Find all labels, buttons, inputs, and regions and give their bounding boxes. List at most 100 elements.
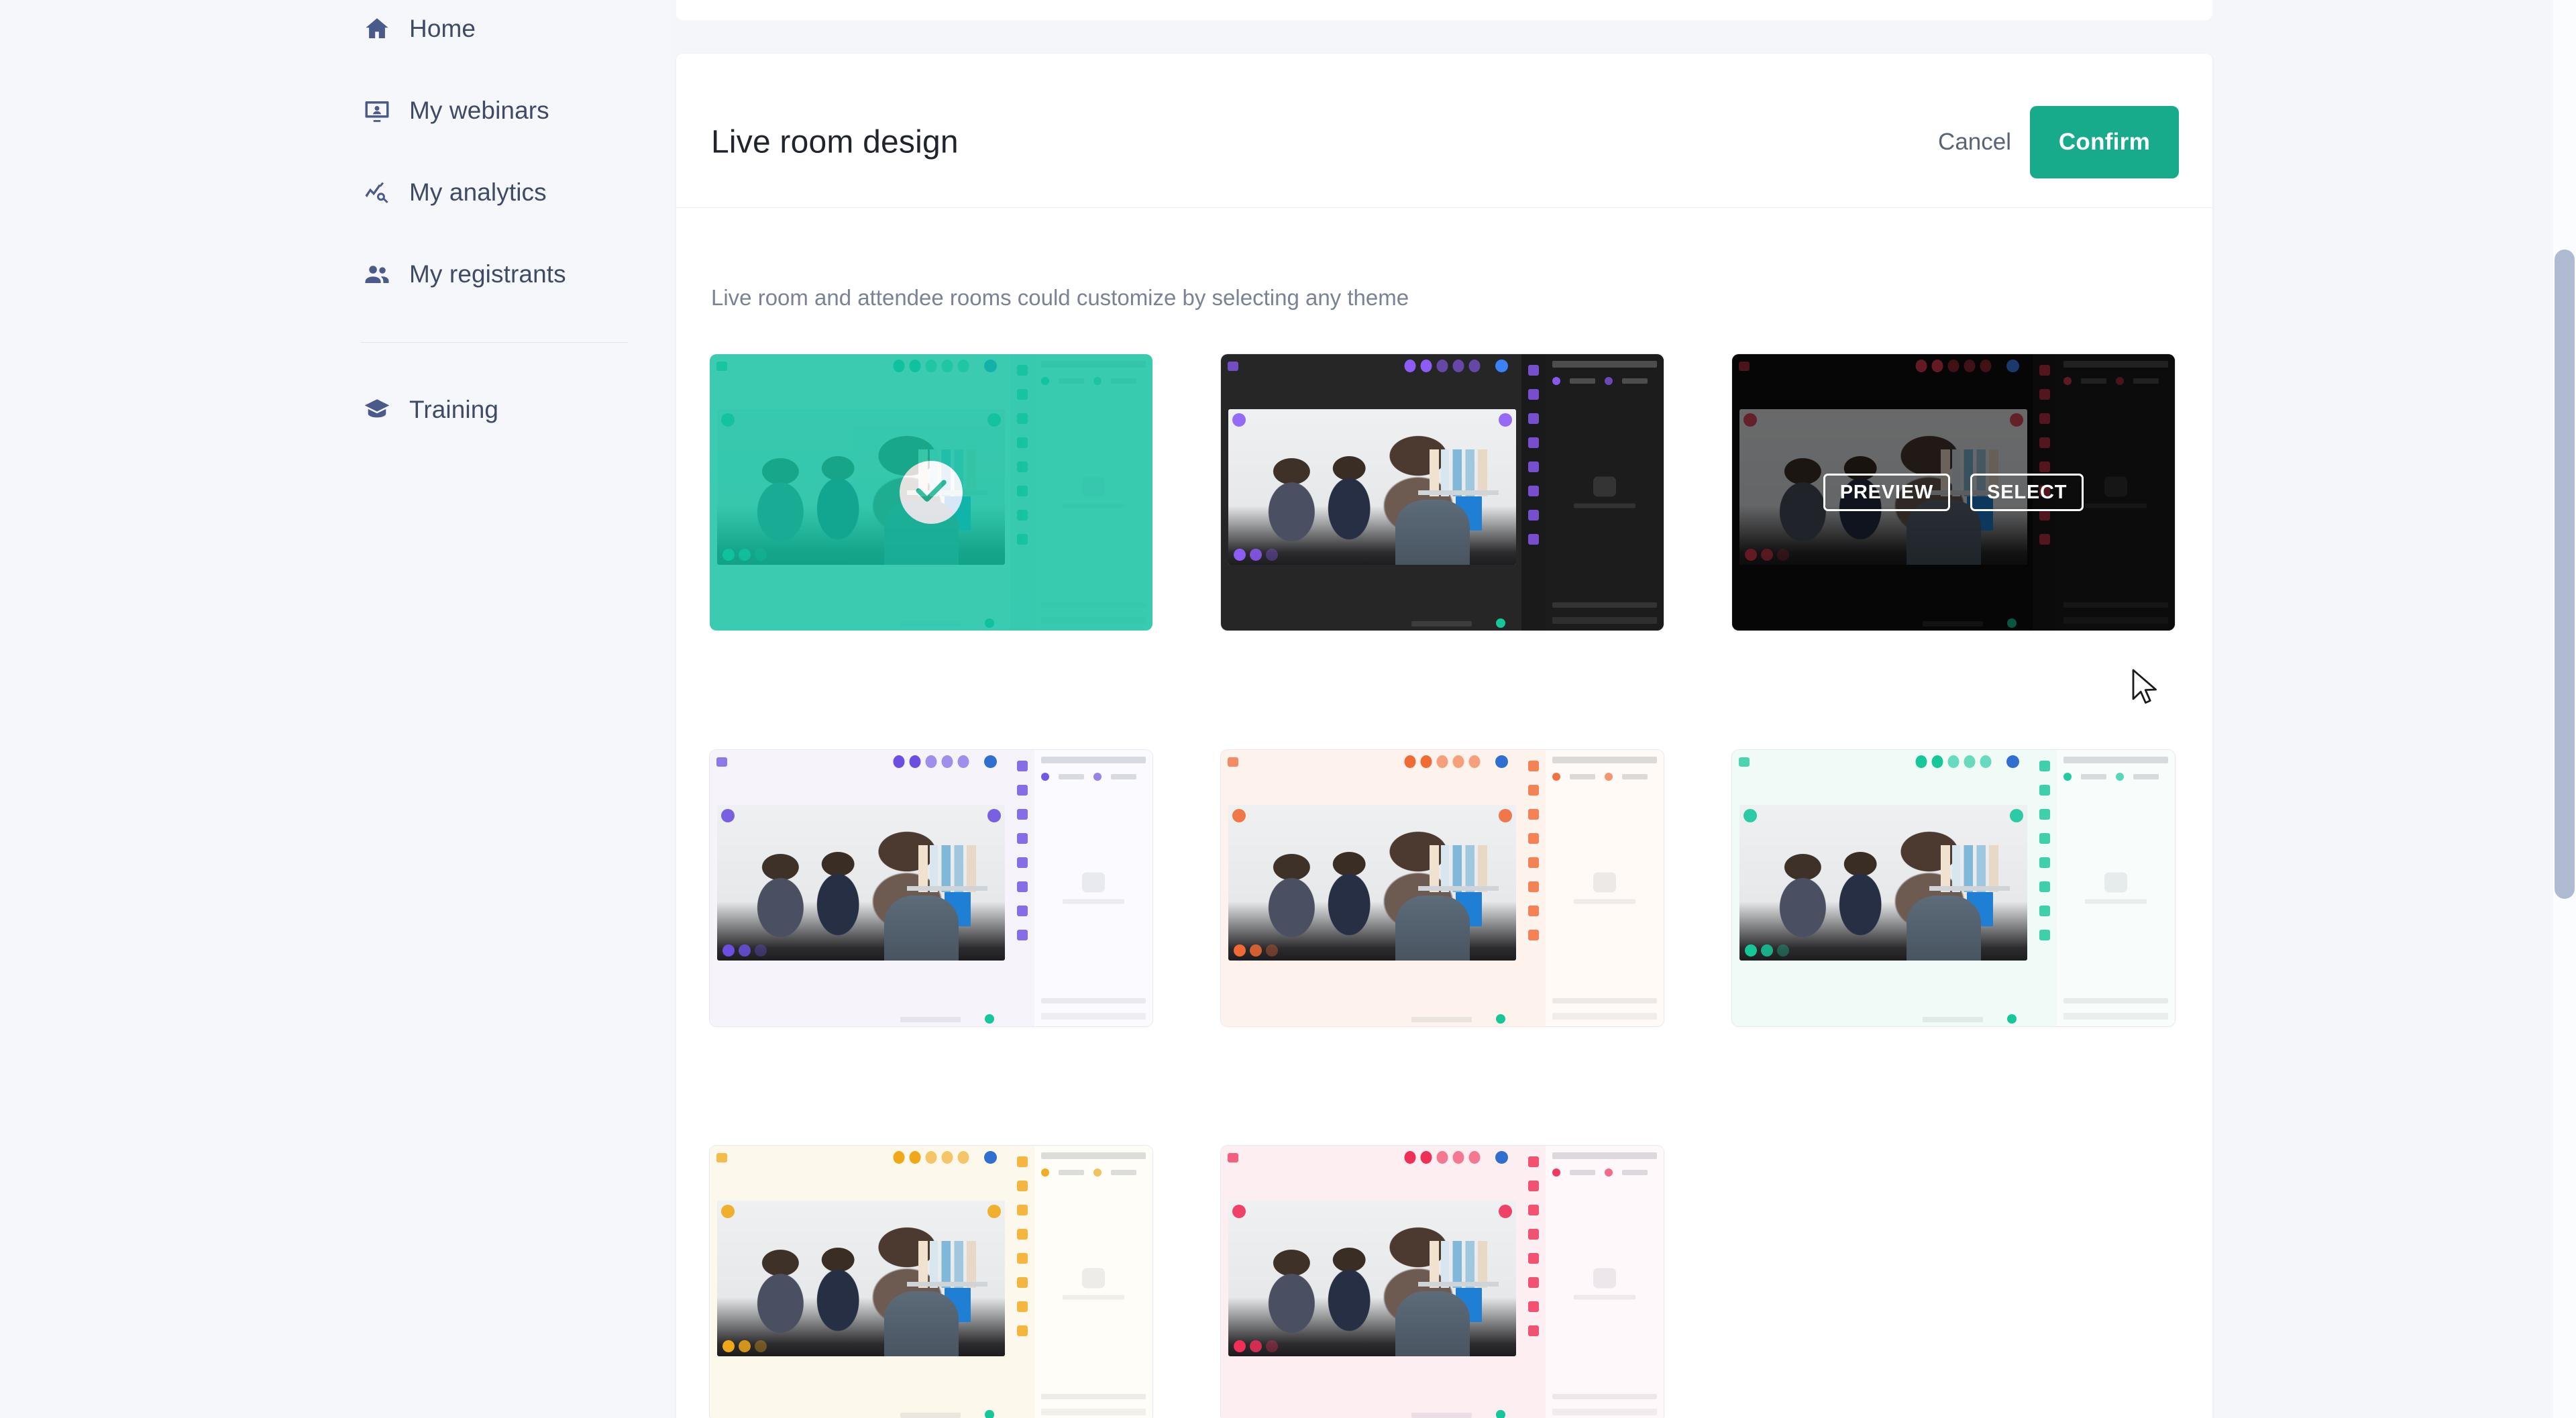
theme-card-dark-purple-theme[interactable] — [1221, 354, 1664, 631]
sidebar-item-label: Home — [409, 15, 476, 42]
photo-bookshelf — [918, 1241, 977, 1288]
app-root: Home My webinars My analytics My registr… — [0, 0, 2576, 1418]
mock-stage-controls — [1234, 944, 1278, 957]
theme-card-dark-red-theme[interactable]: PREVIEW SELECT — [1732, 354, 2175, 631]
mock-chat-footer — [2063, 998, 2168, 1003]
sidebar-item-home[interactable]: Home — [362, 7, 476, 51]
selected-check-badge — [900, 461, 963, 524]
home-icon — [362, 14, 392, 44]
mock-account-icon — [1495, 360, 1508, 372]
mock-chat-empty-state — [1546, 476, 1664, 508]
mock-toolbar-dots — [1404, 755, 1481, 768]
sidebar-item-my-registrants[interactable]: My registrants — [362, 252, 566, 296]
photo-shelf — [1418, 1281, 1499, 1287]
mock-chat-empty-state — [1034, 1268, 1152, 1300]
mock-chat-panel — [1546, 1146, 1664, 1418]
mock-logo-icon — [716, 1153, 727, 1162]
webinar-screen-icon — [362, 96, 392, 125]
mock-chat-input — [1041, 1409, 1146, 1415]
mock-bottom-bar — [710, 1012, 1034, 1026]
mock-logo-icon — [1228, 757, 1238, 767]
confirm-button[interactable]: Confirm — [2030, 106, 2179, 178]
mock-chat-empty-state — [1546, 872, 1664, 904]
mock-chat-empty-state — [1034, 872, 1152, 904]
mock-chat-title — [1552, 757, 1657, 763]
page-title: Live room design — [711, 124, 959, 160]
photo-shelf — [1418, 885, 1499, 891]
mock-toolbar-dots — [1915, 755, 1992, 768]
mock-stage-expand-badge — [987, 809, 1001, 822]
mock-bottom-bar — [1221, 1012, 1546, 1026]
select-button[interactable]: SELECT — [1970, 474, 2084, 511]
mock-chat-empty-state — [1546, 1268, 1664, 1300]
cancel-button[interactable]: Cancel — [1938, 129, 2011, 156]
mock-video-stage — [1739, 805, 2027, 961]
mock-chat-empty-state — [2057, 872, 2175, 904]
mock-logo-icon — [1228, 1153, 1238, 1162]
mock-speaker-photo — [1228, 1201, 1516, 1356]
mock-account-icon — [1495, 755, 1508, 768]
mock-chat-input — [1552, 1013, 1657, 1020]
theme-hover-overlay: PREVIEW SELECT — [1732, 354, 2175, 631]
theme-preview-mock — [1221, 750, 1664, 1026]
mock-logo-icon — [716, 757, 727, 767]
theme-card-light-pink-theme[interactable] — [1221, 1146, 1664, 1418]
mock-chat-title — [1041, 1152, 1146, 1159]
mock-chat-title — [1552, 1152, 1657, 1159]
mock-chat-footer — [1552, 1394, 1657, 1399]
mock-logo-icon — [1228, 362, 1238, 371]
photo-blue-binder — [944, 1287, 971, 1322]
page-scrollbar-thumb[interactable] — [2555, 250, 2575, 899]
panel-subtitle: Live room and attendee rooms could custo… — [711, 285, 1409, 310]
sidebar-item-training[interactable]: Training — [362, 388, 498, 432]
mock-chat-panel — [1546, 354, 1664, 631]
mock-video-stage — [1228, 409, 1516, 565]
photo-blue-binder — [1455, 891, 1482, 926]
analytics-chart-icon — [362, 178, 392, 207]
mock-chat-tabs — [1041, 773, 1136, 781]
mock-stage-controls — [722, 944, 767, 957]
sidebar-item-label: My webinars — [409, 97, 549, 124]
mock-bottom-bar — [710, 1407, 1034, 1418]
mock-chat-footer — [1041, 998, 1146, 1003]
mock-tool-rail — [1521, 750, 1546, 1026]
live-room-design-panel: Live room design Cancel Confirm Live roo… — [676, 54, 2212, 1418]
preview-button[interactable]: PREVIEW — [1823, 474, 1951, 511]
page-scrollbar-track[interactable] — [2553, 0, 2576, 1418]
sidebar-item-my-webinars[interactable]: My webinars — [362, 89, 549, 133]
mock-chat-title — [1552, 361, 1657, 368]
mock-stage-controls — [1234, 1340, 1278, 1352]
mock-video-stage — [717, 805, 1005, 961]
mock-stage-left-badge — [721, 1205, 735, 1218]
mock-account-icon — [984, 1151, 997, 1164]
theme-card-teal-theme[interactable] — [710, 354, 1152, 631]
mock-tool-rail — [1010, 1146, 1034, 1418]
mock-speaker-photo — [717, 1201, 1005, 1356]
photo-bookshelf — [918, 845, 977, 892]
mock-account-icon — [984, 755, 997, 768]
mock-toolbar-dots — [1404, 1151, 1481, 1164]
mock-chat-tabs — [1552, 773, 1648, 781]
mock-stage-left-badge — [1743, 809, 1757, 822]
photo-blue-binder — [1455, 496, 1482, 531]
photo-shelf — [907, 885, 988, 891]
theme-preview-mock — [1221, 354, 1664, 631]
mock-stage-left-badge — [1232, 809, 1246, 822]
mock-speaker-photo — [1228, 805, 1516, 961]
panel-header: Live room design Cancel Confirm — [676, 54, 2212, 208]
mock-logo-icon — [1739, 757, 1750, 767]
mock-chat-footer — [1552, 602, 1657, 608]
mock-account-icon — [1495, 1151, 1508, 1164]
previous-panel-edge — [676, 0, 2212, 20]
theme-card-light-amber-theme[interactable] — [710, 1146, 1152, 1418]
mock-speaker-photo — [1739, 805, 2027, 961]
mock-toolbar-dots — [1404, 360, 1481, 372]
theme-card-light-mint-theme[interactable] — [1732, 750, 2175, 1026]
photo-shelf — [1929, 885, 2010, 891]
photo-blue-binder — [1455, 1287, 1482, 1322]
sidebar-item-label: Training — [409, 396, 499, 423]
theme-card-light-purple-theme[interactable] — [710, 750, 1152, 1026]
theme-card-light-orange-theme[interactable] — [1221, 750, 1664, 1026]
mock-tool-rail — [1521, 354, 1546, 631]
sidebar-item-my-analytics[interactable]: My analytics — [362, 170, 547, 215]
